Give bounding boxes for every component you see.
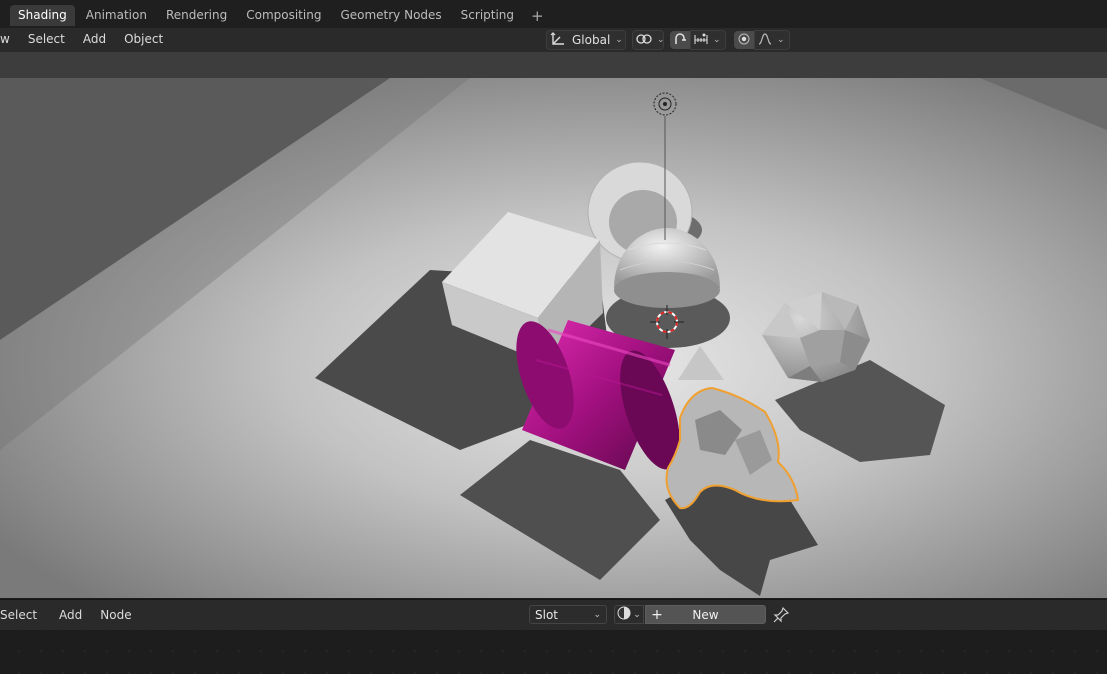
transform-orientation-value: Global [572,33,611,47]
new-material-label: New [692,607,719,622]
chevron-down-icon: ⌄ [633,609,641,620]
proportional-edit-icon [738,33,750,48]
node-editor-canvas[interactable] [0,630,1107,674]
tab-shading[interactable]: Shading [10,5,75,26]
falloff-icon [758,32,772,48]
node-editor-header: Select Add Node Slot ⌄ ⌄ + New [0,599,1107,630]
material-browse-button[interactable]: ⌄ [614,605,644,624]
tab-animation[interactable]: Animation [78,5,155,26]
chevron-down-icon: ⌄ [713,35,721,45]
node-node-menu[interactable]: Node [91,608,140,623]
node-select-menu[interactable]: Select [0,608,46,623]
tab-rendering[interactable]: Rendering [158,5,235,26]
node-editor-menu: Select Add Node [0,608,141,623]
pivot-icon [636,32,652,49]
falloff-dropdown[interactable]: ⌄ [754,30,790,50]
chevron-down-icon: ⌄ [777,35,785,45]
snap-icon [673,32,687,49]
tab-scripting[interactable]: Scripting [453,5,522,26]
chevron-down-icon: ⌄ [615,35,623,45]
pin-icon[interactable] [773,606,790,626]
new-material-button[interactable]: + New [645,605,766,624]
viewport-header: w Select Add Object Global ⌄ ⌄ ⌄ ⌄ [0,28,1107,52]
proportional-edit-toggle[interactable] [734,31,754,49]
transform-orientation-icon [550,31,566,49]
add-menu[interactable]: Add [74,32,115,47]
node-add-menu[interactable]: Add [50,608,91,623]
material-slot-dropdown[interactable]: Slot ⌄ [529,605,607,624]
material-browse-icon [617,606,631,623]
select-menu[interactable]: Select [19,32,74,47]
viewport-menu: w Select Add Object [0,32,172,47]
slot-label: Slot [535,607,558,622]
chevron-down-icon: ⌄ [593,609,601,620]
pivot-dropdown[interactable]: ⌄ [632,30,665,50]
transform-orientation-dropdown[interactable]: Global ⌄ [546,30,626,50]
plus-icon: + [651,606,663,623]
viewport-tools: Global ⌄ ⌄ ⌄ ⌄ [546,30,796,50]
add-workspace-plus-icon[interactable]: + [525,8,550,23]
tab-geometry-nodes[interactable]: Geometry Nodes [332,5,449,26]
3d-viewport[interactable] [0,52,1107,598]
tab-compositing[interactable]: Compositing [238,5,329,26]
viewport-scene [0,52,1107,598]
workspace-tabs: Shading Animation Rendering Compositing … [10,5,550,26]
view-menu[interactable]: w [0,32,19,47]
chevron-down-icon: ⌄ [657,35,665,45]
top-bar: Shading Animation Rendering Compositing … [0,0,1107,29]
object-menu[interactable]: Object [115,32,172,47]
snap-target-dropdown[interactable]: ⌄ [690,30,726,50]
snap-toggle[interactable] [670,31,690,49]
snap-increment-icon [694,33,708,48]
